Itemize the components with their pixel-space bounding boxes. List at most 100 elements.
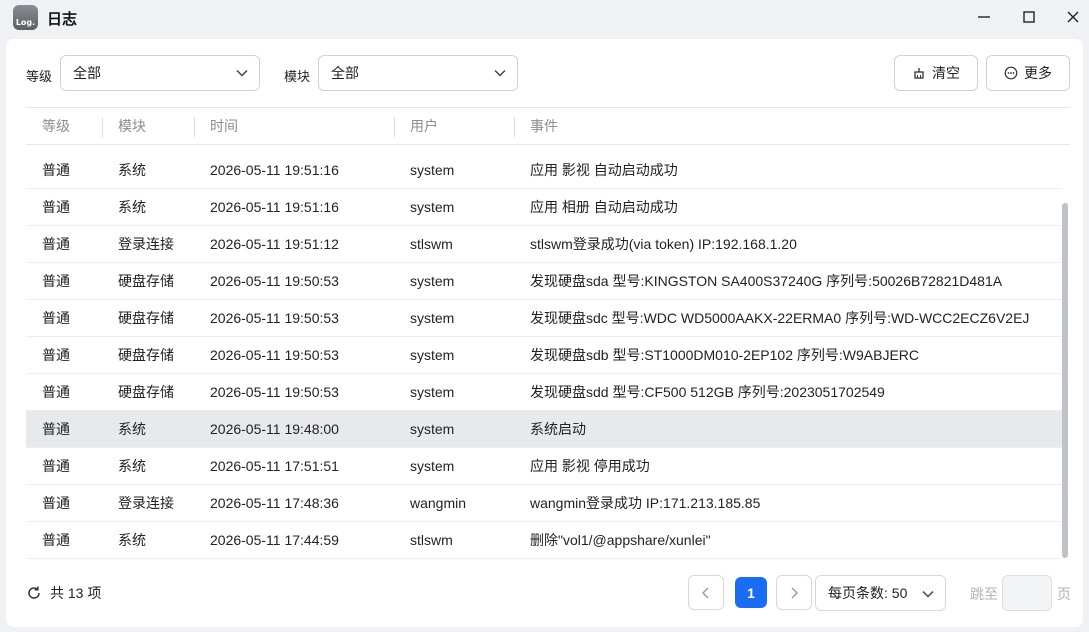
cell-user: system [410, 421, 455, 437]
table-row[interactable]: 普通 系统 2026-05-11 19:51:16 system 应用 相册 自… [26, 189, 1062, 226]
cell-level: 普通 [42, 162, 70, 178]
cell-event: 应用 相册 自动启动成功 [530, 199, 678, 215]
cell-module: 系统 [118, 199, 146, 215]
title-bar: Log. 日志 [0, 0, 1089, 36]
clear-button[interactable]: 清空 [894, 55, 978, 91]
column-header-time[interactable]: 时间 [210, 108, 238, 145]
cell-user: stlswm [410, 236, 453, 252]
table-row[interactable]: 普通 硬盘存储 2026-05-11 19:50:53 system 发现硬盘s… [26, 263, 1062, 300]
table-row[interactable]: 普通 登录连接 2026-05-11 17:48:36 wangmin wang… [26, 485, 1062, 522]
cell-event: 发现硬盘sdc 型号:WDC WD5000AAKX-22ERMA0 序列号:WD… [530, 310, 1030, 326]
more-button[interactable]: 更多 [986, 55, 1070, 91]
column-divider[interactable] [514, 117, 515, 137]
cell-time: 2026-05-11 19:51:16 [210, 199, 339, 215]
cell-level: 普通 [42, 495, 70, 511]
cell-time: 2026-05-11 17:48:36 [210, 495, 339, 511]
more-button-label: 更多 [1024, 65, 1052, 81]
column-divider[interactable] [194, 117, 195, 137]
cell-event: 系统启动 [530, 421, 586, 437]
cell-module: 系统 [118, 421, 146, 437]
cell-event: wangmin登录成功 IP:171.213.185.85 [530, 495, 761, 511]
total-count-label: 共 13 项 [50, 585, 102, 601]
table-scrollbar-thumb[interactable] [1062, 203, 1068, 558]
cell-time: 2026-05-11 19:48:00 [210, 421, 339, 437]
cell-time: 2026-05-11 17:51:51 [210, 458, 339, 474]
page-unit-label: 页 [1057, 586, 1071, 602]
cell-level: 普通 [42, 384, 70, 400]
chevron-down-icon [494, 69, 506, 77]
cell-module: 登录连接 [118, 236, 174, 252]
window-title: 日志 [47, 11, 78, 28]
minimize-button[interactable] [969, 3, 999, 31]
table-row[interactable]: 普通 系统 2026-05-11 17:51:51 system 应用 影视 停… [26, 448, 1062, 485]
cell-time: 2026-05-11 19:50:53 [210, 310, 339, 326]
cell-user: system [410, 384, 455, 400]
table-row[interactable]: 普通 登录连接 2026-05-11 19:51:12 stlswm stlsw… [26, 226, 1062, 263]
next-page-button[interactable] [776, 575, 812, 610]
cell-event: 发现硬盘sda 型号:KINGSTON SA400S37240G 序列号:500… [530, 273, 1003, 289]
minimize-icon [978, 16, 990, 18]
cell-event: 删除"vol1/@appshare/xunlei" [530, 532, 711, 548]
cell-time: 2026-05-11 17:44:59 [210, 532, 339, 548]
level-filter-value: 全部 [73, 65, 101, 81]
maximize-icon [1023, 11, 1035, 23]
log-app-icon: Log. [13, 5, 38, 30]
close-button[interactable] [1058, 3, 1088, 31]
table-header: 等级 模块 时间 用户 事件 [26, 107, 1070, 145]
broom-icon [914, 68, 924, 79]
cell-level: 普通 [42, 236, 70, 252]
cell-level: 普通 [42, 347, 70, 363]
table-row[interactable]: 普通 硬盘存储 2026-05-11 19:50:53 system 发现硬盘s… [26, 300, 1062, 337]
module-filter-value: 全部 [331, 65, 359, 81]
cell-level: 普通 [42, 199, 70, 215]
refresh-icon[interactable] [26, 585, 42, 601]
cell-event: stlswm登录成功(via token) IP:192.168.1.20 [530, 236, 797, 252]
chevron-left-icon [701, 586, 709, 599]
table-row[interactable]: 普通 硬盘存储 2026-05-11 19:50:53 system 发现硬盘s… [26, 374, 1062, 411]
page-number-current[interactable]: 1 [735, 577, 767, 608]
cell-level: 普通 [42, 532, 70, 548]
table-body: 普通 系统 2026-05-11 19:51:16 system 应用 影视 自… [26, 152, 1062, 559]
jump-page-input[interactable] [1002, 575, 1052, 611]
total-count: 共 13 项 [26, 583, 101, 603]
prev-page-button[interactable] [688, 575, 724, 610]
cell-user: system [410, 347, 455, 363]
cell-event: 发现硬盘sdd 型号:CF500 512GB 序列号:2023051702549 [530, 384, 885, 400]
table-row-selected[interactable]: 普通 系统 2026-05-11 19:48:00 system 系统启动 [26, 411, 1062, 448]
cell-time: 2026-05-11 19:51:12 [210, 236, 339, 252]
close-icon [1067, 11, 1079, 23]
cell-user: wangmin [410, 495, 467, 511]
maximize-button[interactable] [1014, 3, 1044, 31]
cell-user: system [410, 273, 455, 289]
column-header-level[interactable]: 等级 [42, 108, 70, 145]
module-filter-label: 模块 [284, 69, 311, 84]
cell-user: system [410, 458, 455, 474]
per-page-label: 每页条数: 50 [828, 585, 908, 601]
column-header-event[interactable]: 事件 [530, 108, 558, 145]
chevron-down-icon [922, 590, 934, 598]
column-header-user[interactable]: 用户 [410, 108, 438, 145]
cell-level: 普通 [42, 458, 70, 474]
cell-event: 发现硬盘sdb 型号:ST1000DM010-2EP102 序列号:W9ABJE… [530, 347, 920, 363]
per-page-select[interactable]: 每页条数: 50 [815, 575, 946, 611]
cell-event: 应用 影视 停用成功 [530, 458, 650, 474]
table-row[interactable]: 普通 系统 2026-05-11 19:51:16 system 应用 影视 自… [26, 152, 1062, 189]
table-row[interactable]: 普通 系统 2026-05-11 17:44:59 stlswm 删除"vol1… [26, 522, 1062, 559]
cell-time: 2026-05-11 19:50:53 [210, 384, 339, 400]
cell-time: 2026-05-11 19:51:16 [210, 162, 339, 178]
column-divider[interactable] [102, 117, 103, 137]
cell-module: 登录连接 [118, 495, 174, 511]
jump-to-label: 跳至 [970, 586, 998, 602]
cell-module: 硬盘存储 [118, 384, 174, 400]
cell-level: 普通 [42, 310, 70, 326]
module-filter-select[interactable]: 全部 [318, 55, 518, 91]
level-filter-select[interactable]: 全部 [60, 55, 260, 91]
column-divider[interactable] [394, 117, 395, 137]
cell-level: 普通 [42, 273, 70, 289]
cell-time: 2026-05-11 19:50:53 [210, 273, 339, 289]
table-row[interactable]: 普通 硬盘存储 2026-05-11 19:50:53 system 发现硬盘s… [26, 337, 1062, 374]
column-header-module[interactable]: 模块 [118, 108, 146, 145]
chevron-right-icon [791, 586, 799, 599]
cell-user: system [410, 310, 455, 326]
cell-module: 系统 [118, 162, 146, 178]
